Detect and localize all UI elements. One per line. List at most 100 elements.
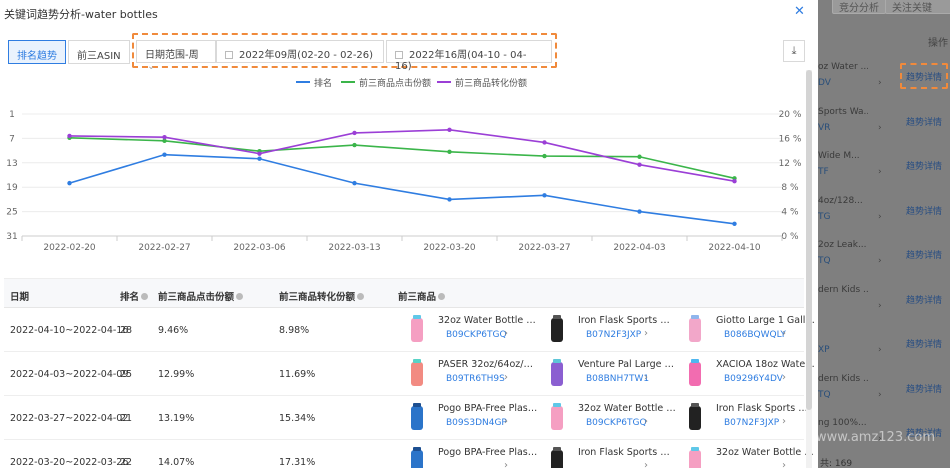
chevron-right-icon[interactable]: ›	[878, 301, 882, 311]
chevron-right-icon[interactable]: ›	[782, 328, 786, 339]
product-title[interactable]: 32oz Water Bottle wi...	[716, 447, 816, 458]
product-asin[interactable]: B09296Y4DV	[724, 374, 783, 384]
legend-rank[interactable]: 排名	[296, 76, 332, 89]
product-asin[interactable]: B09TR6TH9S	[446, 374, 505, 384]
chevron-right-icon[interactable]: ›	[878, 345, 882, 355]
product-thumbnail[interactable]	[544, 315, 570, 343]
product-asin[interactable]: B07N2F3JXP	[586, 330, 641, 340]
product-item[interactable]: Iron Flask Sports Wa... ›	[544, 445, 679, 468]
product-title[interactable]: 32oz Water Bottle wi...	[438, 315, 538, 326]
product-item[interactable]: Pogo BPA-Free Plast... B09S3DN4GP ›	[404, 401, 539, 437]
help-icon[interactable]	[236, 293, 244, 300]
product-thumbnail[interactable]	[544, 359, 570, 387]
product-title[interactable]: Iron Flask Sports Wa...	[578, 315, 678, 326]
product-asin[interactable]: B09CKP6TGQ	[446, 330, 507, 340]
chevron-right-icon[interactable]: ›	[782, 372, 786, 383]
trend-detail-link[interactable]: 趋势详情	[906, 159, 942, 172]
product-item[interactable]: Venture Pal Large 1 ... B08BNH7TW1 ›	[544, 357, 679, 393]
product-thumbnail[interactable]	[404, 403, 430, 431]
product-thumbnail[interactable]	[682, 403, 708, 431]
trend-detail-link[interactable]: 趋势详情	[906, 426, 942, 439]
chevron-right-icon[interactable]: ›	[878, 167, 882, 177]
product-item[interactable]: Pogo BPA-Free Plast... ›	[404, 445, 539, 468]
product-thumbnail[interactable]	[544, 403, 570, 431]
product-asin[interactable]: B09CKP6TGQ	[586, 418, 647, 428]
chevron-right-icon[interactable]: ›	[644, 416, 648, 427]
help-icon[interactable]	[141, 293, 149, 300]
trend-detail-link[interactable]: 趋势详情	[906, 382, 942, 395]
chevron-right-icon[interactable]: ›	[504, 460, 508, 468]
product-asin[interactable]: B09S3DN4GP	[446, 418, 507, 428]
chevron-right-icon[interactable]: ›	[782, 416, 786, 427]
chevron-right-icon[interactable]: ›	[878, 390, 882, 400]
chevron-right-icon[interactable]: ›	[644, 460, 648, 468]
product-title[interactable]: Iron Flask Sports Wa...	[578, 447, 678, 458]
product-thumbnail[interactable]	[682, 315, 708, 343]
product-thumbnail[interactable]	[682, 447, 708, 468]
chevron-right-icon[interactable]: ›	[644, 372, 648, 383]
product-item[interactable]: XACIOA 18oz Water ... B09296Y4DV ›	[682, 357, 817, 393]
legend-conversion-share[interactable]: 前三商品转化份额	[437, 76, 527, 89]
product-thumbnail[interactable]	[544, 447, 570, 468]
product-item[interactable]: 32oz Water Bottle wi... ›	[682, 445, 817, 468]
chevron-right-icon[interactable]: ›	[782, 460, 786, 468]
chevron-right-icon[interactable]: ›	[878, 78, 882, 88]
download-icon[interactable]: ⤓	[783, 40, 805, 62]
close-icon[interactable]: ✕	[794, 4, 805, 19]
tab-rank-trend[interactable]: 排名趋势	[8, 40, 66, 64]
product-title[interactable]: 32oz Water Bottle wi...	[578, 403, 678, 414]
cell-date: 2022-03-27~2022-04-02	[10, 413, 129, 424]
product-item[interactable]: 32oz Water Bottle wi... B09CKP6TGQ ›	[544, 401, 679, 437]
background-row-asin[interactable]: DV	[818, 78, 831, 88]
product-title[interactable]: Iron Flask Sports Wa...	[716, 403, 816, 414]
product-title[interactable]: Pogo BPA-Free Plast...	[438, 447, 538, 458]
chevron-right-icon[interactable]: ›	[878, 212, 882, 222]
product-item[interactable]: Iron Flask Sports Wa... B07N2F3JXP ›	[544, 313, 679, 349]
trend-detail-link[interactable]: 趋势详情	[906, 204, 942, 217]
start-week-picker[interactable]: 2022年09周(02-20 - 02-26)	[216, 40, 384, 63]
modal-scrollbar[interactable]	[806, 70, 812, 468]
product-item[interactable]: 32oz Water Bottle wi... B09CKP6TGQ ›	[404, 313, 539, 349]
product-item[interactable]: Giotto Large 1 Gallo... B086BQWQLY ›	[682, 313, 817, 349]
product-title[interactable]: XACIOA 18oz Water ...	[716, 359, 816, 370]
product-thumbnail[interactable]	[682, 359, 708, 387]
trend-detail-link[interactable]: 趋势详情	[906, 293, 942, 306]
chevron-right-icon[interactable]: ›	[878, 123, 882, 133]
product-asin[interactable]: B086BQWQLY	[724, 330, 786, 340]
background-row-asin[interactable]: TQ	[818, 256, 831, 266]
background-row-asin[interactable]: TQ	[818, 390, 831, 400]
follow-keyword-button[interactable]: 关注关键	[885, 0, 950, 14]
scrollbar-thumb[interactable]	[806, 70, 812, 410]
legend-click-share[interactable]: 前三商品点击份额	[341, 76, 431, 89]
trend-detail-link[interactable]: 趋势详情	[906, 248, 942, 261]
product-item[interactable]: PASER 32oz/64oz/12... B09TR6TH9S ›	[404, 357, 539, 393]
end-week-picker[interactable]: 2022年16周(04-10 - 04-16)	[386, 40, 552, 72]
product-title[interactable]: Giotto Large 1 Gallo...	[716, 315, 816, 326]
help-icon[interactable]	[438, 293, 446, 300]
competitor-analysis-button[interactable]: 竞分分析	[832, 0, 886, 14]
product-title[interactable]: PASER 32oz/64oz/12...	[438, 359, 538, 370]
product-thumbnail[interactable]	[404, 315, 430, 343]
tab-top3-asin[interactable]: 前三ASIN	[68, 40, 130, 64]
trend-detail-link[interactable]: 趋势详情	[906, 115, 942, 128]
product-title[interactable]: Venture Pal Large 1 ...	[578, 359, 678, 370]
date-range-select[interactable]: 日期范围-周 ⌄	[136, 40, 216, 72]
chevron-right-icon[interactable]: ›	[504, 328, 508, 339]
background-row-asin[interactable]: XP	[818, 345, 830, 355]
product-item[interactable]: Iron Flask Sports Wa... B07N2F3JXP ›	[682, 401, 817, 437]
chevron-right-icon[interactable]: ›	[504, 372, 508, 383]
trend-detail-link[interactable]: 趋势详情	[906, 337, 942, 350]
product-thumbnail[interactable]	[404, 447, 430, 468]
product-asin[interactable]: B08BNH7TW1	[586, 374, 649, 384]
product-thumbnail[interactable]	[404, 359, 430, 387]
chevron-right-icon[interactable]: ›	[504, 416, 508, 427]
help-icon[interactable]	[357, 293, 365, 300]
background-row-asin[interactable]: TF	[818, 167, 829, 177]
background-row-asin[interactable]: VR	[818, 123, 830, 133]
product-title[interactable]: Pogo BPA-Free Plast...	[438, 403, 538, 414]
chevron-right-icon[interactable]: ›	[878, 434, 882, 444]
background-row-asin[interactable]: TG	[818, 212, 830, 222]
chevron-right-icon[interactable]: ›	[644, 328, 648, 339]
chevron-right-icon[interactable]: ›	[878, 256, 882, 266]
product-asin[interactable]: B07N2F3JXP	[724, 418, 779, 428]
